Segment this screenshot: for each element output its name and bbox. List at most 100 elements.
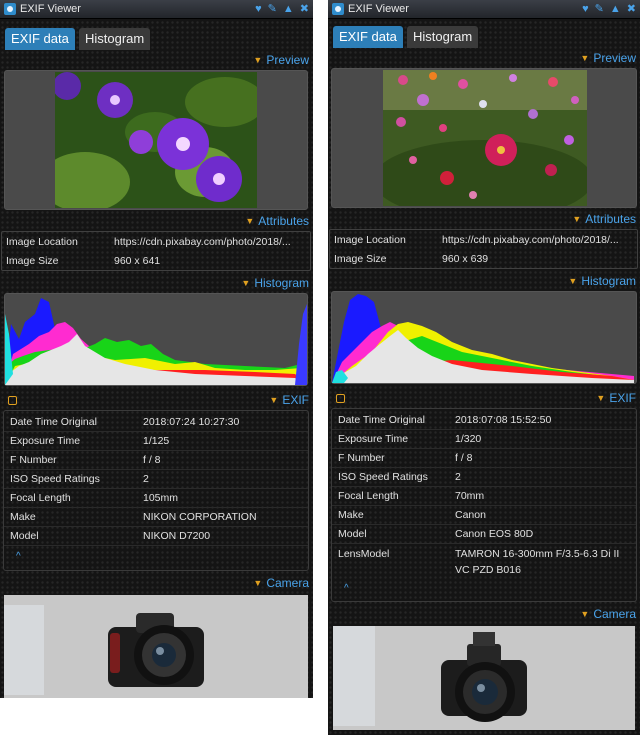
exif-value: 2 — [143, 473, 149, 485]
exif-row: Model NIKON D7200 — [4, 527, 308, 546]
collapse-arrow-icon: ▼ — [241, 278, 251, 288]
exif-label: F Number — [10, 454, 57, 466]
preview-panel — [331, 68, 637, 208]
camera-header[interactable]: ▼ Camera — [580, 607, 636, 621]
exif-row: ISO Speed Ratings 2 — [4, 470, 308, 489]
tab-exif-data[interactable]: EXIF data — [5, 28, 75, 50]
histogram-graph — [5, 298, 307, 385]
collapse-caret-icon[interactable]: ^ — [16, 551, 21, 562]
warning-icon[interactable]: ▲ — [610, 0, 621, 19]
attribute-label: Image Size — [6, 255, 59, 267]
exif-value: NIKON D7200 — [143, 530, 211, 542]
exif-table: Date Time Original 2018:07:08 15:52:50 Ex… — [331, 408, 637, 602]
tab-bar: EXIF data Histogram — [0, 28, 313, 52]
exif-value: 1/125 — [143, 435, 170, 447]
exif-header[interactable]: ▼ EXIF — [596, 391, 636, 405]
exif-label: Exposure Time — [10, 435, 81, 447]
exif-header[interactable]: ▼ EXIF — [269, 393, 309, 407]
attribute-label: Image Location — [6, 236, 78, 248]
exif-row: LensModel TAMRON 16-300mm F/3.5-6.3 Di II… — [332, 544, 636, 578]
histogram-header[interactable]: ▼ Histogram — [241, 276, 309, 290]
attribute-row: Image Location https://cdn.pixabay.com/p… — [330, 231, 637, 250]
preview-panel — [4, 70, 308, 210]
heart-icon[interactable]: ♥ — [582, 0, 589, 19]
collapse-arrow-icon: ▼ — [580, 609, 590, 619]
close-icon[interactable]: ✖ — [627, 0, 636, 19]
exif-value: NIKON CORPORATION — [143, 511, 257, 523]
attribute-value[interactable]: https://cdn.pixabay.com/photo/2018/... — [114, 233, 309, 252]
background-image — [333, 626, 375, 726]
app-title: EXIF Viewer — [348, 3, 409, 15]
collapse-arrow-icon: ▼ — [568, 276, 578, 286]
exif-row: Focal Length 105mm — [4, 489, 308, 508]
title-bar: EXIF Viewer ♥ ✎ ▲ ✖ — [0, 0, 313, 19]
exif-label: Focal Length — [10, 492, 71, 504]
exif-value: Canon EOS 80D — [455, 528, 534, 540]
histogram-panel — [4, 293, 308, 386]
attribute-value: 960 x 639 — [442, 253, 489, 265]
collapse-caret-icon[interactable]: ^ — [344, 583, 349, 594]
attribute-row: Image Size 960 x 641 — [2, 252, 310, 271]
attribute-value[interactable]: https://cdn.pixabay.com/photo/2018/... — [442, 231, 636, 250]
attribute-row: Image Location https://cdn.pixabay.com/p… — [2, 233, 310, 252]
camera-image — [108, 613, 204, 687]
exif-row: Date Time Original 2018:07:08 15:52:50 — [332, 411, 636, 430]
camera-header[interactable]: ▼ Camera — [253, 576, 309, 590]
histogram-header[interactable]: ▼ Histogram — [568, 274, 636, 288]
attributes-table: Image Location https://cdn.pixabay.com/p… — [329, 229, 638, 269]
camera-panel — [333, 626, 635, 730]
wrench-icon[interactable]: ✎ — [268, 0, 277, 19]
exif-value: f / 8 — [455, 452, 473, 464]
attributes-header[interactable]: ▼ Attributes — [245, 214, 309, 228]
collapse-arrow-icon: ▼ — [253, 578, 263, 588]
close-icon[interactable]: ✖ — [300, 0, 309, 19]
exif-row: Make Canon — [332, 506, 636, 525]
exif-value: 105mm — [143, 492, 179, 504]
exif-value: f / 8 — [143, 454, 161, 466]
exif-row: ISO Speed Ratings 2 — [332, 468, 636, 487]
histogram-panel — [331, 291, 637, 384]
attributes-table: Image Location https://cdn.pixabay.com/p… — [1, 231, 311, 271]
exif-row: Exposure Time 1/320 — [332, 430, 636, 449]
lock-icon[interactable] — [8, 396, 17, 405]
tab-histogram[interactable]: Histogram — [407, 26, 479, 48]
exif-label: Date Time Original — [338, 414, 425, 426]
lock-icon[interactable] — [336, 394, 345, 403]
app-icon — [332, 3, 344, 15]
exif-label: Date Time Original — [10, 416, 97, 428]
attribute-label: Image Size — [334, 253, 387, 265]
exif-row: F Number f / 8 — [332, 449, 636, 468]
wrench-icon[interactable]: ✎ — [595, 0, 604, 19]
exif-row: Model Canon EOS 80D — [332, 525, 636, 544]
collapse-arrow-icon: ▼ — [269, 395, 279, 405]
preview-image — [55, 72, 257, 208]
exif-row: Make NIKON CORPORATION — [4, 508, 308, 527]
warning-icon[interactable]: ▲ — [283, 0, 294, 19]
tab-exif-data[interactable]: EXIF data — [333, 26, 403, 48]
preview-header[interactable]: ▼ Preview — [253, 53, 309, 67]
collapse-arrow-icon: ▼ — [245, 216, 255, 226]
app-icon — [4, 3, 16, 15]
tab-bar: EXIF data Histogram — [328, 26, 640, 50]
exif-row: F Number f / 8 — [4, 451, 308, 470]
heart-icon[interactable]: ♥ — [255, 0, 262, 19]
collapse-arrow-icon: ▼ — [253, 55, 263, 65]
attributes-header[interactable]: ▼ Attributes — [572, 212, 636, 226]
attribute-value: 960 x 641 — [114, 255, 161, 267]
tab-histogram[interactable]: Histogram — [79, 28, 151, 50]
exif-label: ISO Speed Ratings — [338, 471, 428, 483]
preview-image — [383, 70, 587, 206]
exif-table: Date Time Original 2018:07:24 10:27:30 Ex… — [3, 410, 309, 571]
exif-value: 2018:07:08 15:52:50 — [455, 414, 552, 426]
exif-row: Focal Length 70mm — [332, 487, 636, 506]
title-bar: EXIF Viewer ♥ ✎ ▲ ✖ — [328, 0, 640, 19]
background-image — [4, 605, 44, 695]
preview-header[interactable]: ▼ Preview — [580, 51, 636, 65]
exif-value: 2018:07:24 10:27:30 — [143, 416, 240, 428]
exif-value: 2 — [455, 471, 461, 483]
exif-viewer-panel-left: EXIF Viewer ♥ ✎ ▲ ✖ EXIF data Histogram … — [0, 0, 313, 698]
attribute-label: Image Location — [334, 234, 406, 246]
exif-label: Make — [10, 511, 36, 523]
exif-label: Focal Length — [338, 490, 399, 502]
camera-image — [441, 632, 527, 722]
